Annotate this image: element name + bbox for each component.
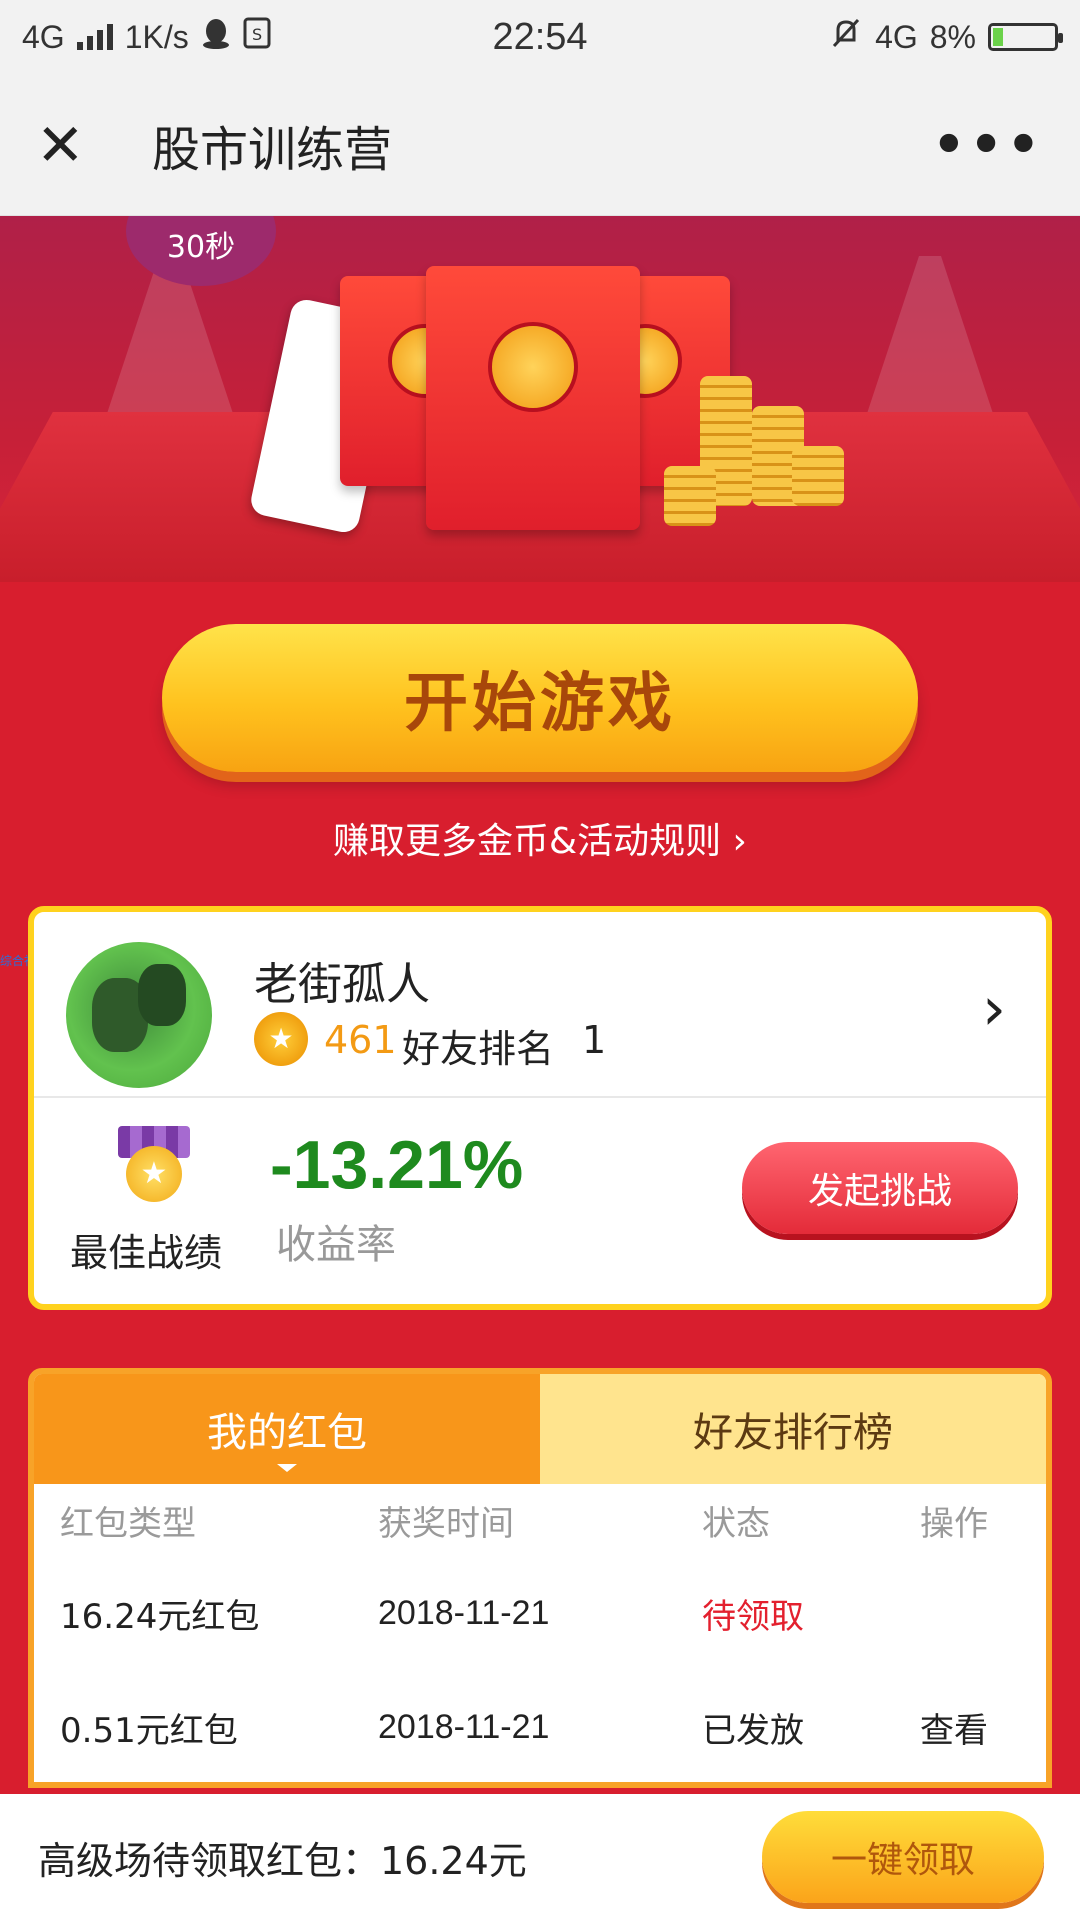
red-packet-panel: 我的红包 好友排行榜 红包类型 获奖时间 状态 操作 16.24元红包 2018… [28,1368,1052,1788]
claim-all-button[interactable]: 一键领取 [762,1811,1044,1903]
close-icon[interactable]: ✕ [36,116,106,174]
header-action: 操作 [920,1503,988,1544]
envelope-main [426,266,640,530]
pending-claim-text: 高级场待领取红包：16.24元 [38,1838,527,1883]
status-bar: 4G 1K/s S 22:54 4G 8% [0,0,1080,74]
table-row: 16.24元红包 2018-11-21 待领取 [34,1556,1046,1670]
sim-icon: S [243,17,271,57]
timer-badge: 30秒 [126,216,276,286]
header-status: 状态 [702,1503,770,1544]
profile-header[interactable]: 老街孤人 ★ 461 好友排名 1 › [34,912,1046,1098]
tab-friend-ranking[interactable]: 好友排行榜 [540,1374,1046,1484]
packet-type: 0.51元红包 [60,1710,238,1751]
coin-stack [792,446,844,506]
coin-icon: ★ [254,1012,308,1066]
view-link[interactable]: 查看 [920,1703,1040,1752]
speed-label: 1K/s [124,18,189,55]
rank-value: 1 [582,1018,607,1062]
header-time: 获奖时间 [378,1503,514,1544]
network-label: 4G [22,18,65,55]
return-label: 收益率 [276,1222,396,1268]
chevron-right-icon[interactable]: › [982,974,1006,1044]
coin-count: 461 [324,1018,397,1062]
start-game-button[interactable]: 开始游戏 [162,624,918,772]
packet-status: 已发放 [702,1710,804,1751]
page-title: 股市训练营 [152,121,393,178]
return-value: -13.21% [270,1127,524,1203]
award-time: 2018-11-21 [378,1593,550,1632]
header-type: 红包类型 [60,1503,196,1544]
packet-type: 16.24元红包 [60,1596,260,1637]
tab-bar: 我的红包 好友排行榜 [34,1374,1046,1484]
mute-icon [829,16,863,58]
network-right-label: 4G [875,18,918,55]
status-right: 4G 8% [829,16,1063,58]
signal-icon [76,24,113,50]
avatar[interactable] [66,942,212,1088]
banner-illustration: 30秒 [0,216,1080,582]
rules-link[interactable]: 赚取更多金币&活动规则 › [0,812,1080,864]
packet-status[interactable]: 待领取 [702,1589,920,1638]
battery-icon [988,23,1063,51]
profile-card: 老街孤人 ★ 461 好友排名 1 › ★ 最佳战绩 -13.21% 收益率 发… [28,906,1052,1310]
bottom-claim-bar: 高级场待领取红包：16.24元 一键领取 [0,1794,1080,1920]
table-header: 红包类型 获奖时间 状态 操作 [34,1484,1046,1556]
award-time: 2018-11-21 [378,1707,550,1746]
more-icon[interactable]: ••• [932,115,1044,175]
svg-text:S: S [252,25,262,44]
coin-stack [664,466,716,526]
best-record-label: 最佳战绩 [70,1231,223,1275]
best-record: ★ 最佳战绩 -13.21% 收益率 发起挑战 [34,1098,1046,1304]
table-row: 0.51元红包 2018-11-21 已发放 查看 [34,1670,1046,1782]
nav-bar: ✕ 股市训练营 ••• [0,74,1080,216]
medal-icon: ★ [118,1126,190,1206]
user-name: 老街孤人 [254,959,430,1010]
tab-my-red-packets[interactable]: 我的红包 [34,1374,540,1484]
status-left: 4G 1K/s S [22,17,829,57]
challenge-button[interactable]: 发起挑战 [742,1142,1018,1234]
battery-label: 8% [929,18,976,55]
rank-label: 好友排名 [402,1027,555,1071]
qq-icon [201,17,231,57]
